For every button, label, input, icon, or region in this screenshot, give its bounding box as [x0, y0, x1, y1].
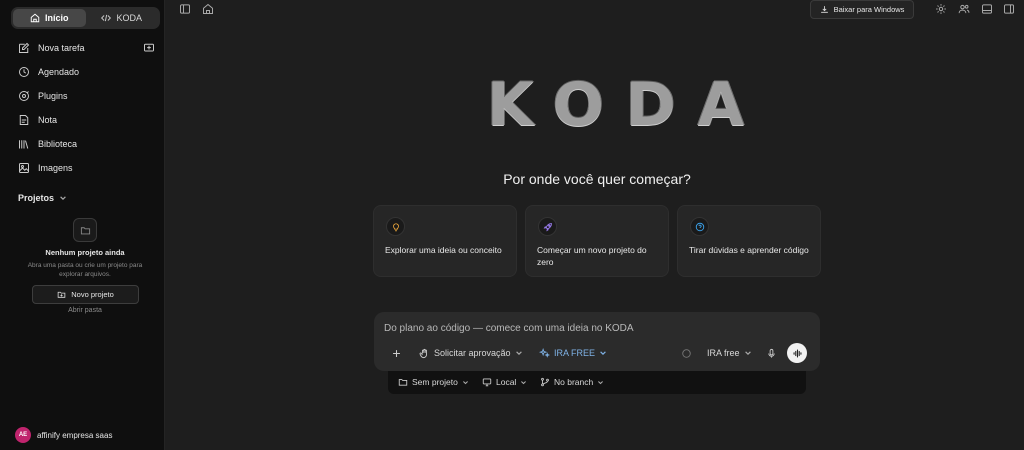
koda-logo: KODA	[487, 70, 767, 140]
new-chat-icon[interactable]	[143, 42, 155, 54]
model-right-label: IRA free	[707, 348, 740, 358]
tab-inicio[interactable]: Início	[13, 9, 86, 27]
card-text: Começar um novo projeto do zero	[537, 245, 647, 267]
empty-projects-folder	[73, 218, 97, 242]
help-circle-icon	[690, 217, 709, 236]
tab-inicio-label: Início	[44, 13, 69, 23]
sidebar: Início KODA Nova tarefa Agendado Plugins…	[0, 0, 165, 450]
card-explore-idea[interactable]: Explorar uma ideia ou conceito	[373, 205, 517, 277]
tab-koda[interactable]: KODA	[86, 9, 159, 27]
chevron-down-icon	[597, 379, 604, 386]
sidebar-toggle-icon[interactable]	[179, 3, 191, 15]
projects-header[interactable]: Projetos	[18, 193, 67, 203]
project-label: Sem projeto	[412, 377, 458, 387]
branch-label: No branch	[554, 377, 594, 387]
user-profile[interactable]: AE affinify empresa saas	[15, 427, 112, 443]
add-attachment-button[interactable]	[391, 346, 402, 360]
mode-switch: Início KODA	[11, 7, 160, 29]
audio-wave-icon	[792, 348, 803, 359]
hand-icon	[419, 348, 430, 359]
sidebar-item-label: Nota	[38, 115, 58, 125]
sidebar-item-nota[interactable]: Nota	[0, 108, 165, 132]
card-learn-code[interactable]: Tirar dúvidas e aprender código	[677, 205, 821, 277]
chevron-down-icon	[515, 349, 523, 357]
tab-koda-label: KODA	[116, 13, 142, 23]
branch-selector[interactable]: No branch	[540, 377, 604, 387]
folder-icon	[398, 377, 408, 387]
avatar: AE	[15, 427, 31, 443]
context-bar: Sem projeto Local No branch	[388, 367, 806, 394]
home-icon[interactable]	[202, 3, 214, 15]
sidebar-nav: Nova tarefa Agendado Plugins Nota Biblio…	[0, 36, 165, 180]
sidebar-item-plugins[interactable]: Plugins	[0, 84, 165, 108]
chevron-down-icon	[462, 379, 469, 386]
location-label: Local	[496, 377, 517, 387]
prompt-box[interactable]: Do plano ao código — comece com uma idei…	[374, 312, 820, 371]
model-label: IRA FREE	[554, 348, 596, 358]
image-icon	[18, 162, 30, 174]
home-icon	[30, 13, 40, 23]
download-windows-button[interactable]: Baixar para Windows	[810, 0, 914, 19]
status-circle-icon	[681, 346, 692, 360]
download-icon	[820, 5, 829, 14]
new-project-button[interactable]: Novo projeto	[32, 285, 139, 304]
users-icon[interactable]	[958, 3, 970, 15]
prompt-input[interactable]: Do plano ao código — comece com uma idei…	[384, 323, 634, 334]
new-project-label: Novo projeto	[71, 290, 114, 299]
sidebar-item-label: Plugins	[38, 91, 68, 101]
empty-projects-description: Abra uma pasta ou crie um projeto para e…	[27, 262, 143, 278]
sidebar-item-agendado[interactable]: Agendado	[0, 60, 165, 84]
gear-icon[interactable]	[935, 3, 947, 15]
user-name: affinify empresa saas	[37, 430, 113, 440]
library-icon	[18, 138, 30, 150]
chevron-down-icon	[599, 349, 607, 357]
chevron-down-icon	[59, 194, 67, 202]
panel-bottom-icon[interactable]	[981, 3, 993, 15]
card-text: Tirar dúvidas e aprender código	[689, 245, 809, 255]
model-right-selector[interactable]: IRA free	[707, 346, 752, 360]
location-selector[interactable]: Local	[482, 377, 527, 387]
card-new-project[interactable]: Começar um novo projeto do zero	[525, 205, 669, 277]
approval-selector[interactable]: Solicitar aprovação	[419, 346, 523, 360]
git-branch-icon	[540, 377, 550, 387]
folder-plus-icon	[57, 290, 66, 299]
note-icon	[18, 114, 30, 126]
plugin-icon	[18, 90, 30, 102]
voice-mode-button[interactable]	[787, 343, 807, 363]
project-selector[interactable]: Sem projeto	[398, 377, 469, 387]
model-selector[interactable]: IRA FREE	[539, 346, 607, 360]
suggestion-cards: Explorar uma ideia ou conceito Começar u…	[373, 205, 821, 277]
code-icon	[101, 13, 112, 23]
rocket-icon	[538, 217, 557, 236]
start-question: Por onde você quer começar?	[503, 171, 691, 187]
sparkles-icon	[539, 347, 550, 359]
projects-header-label: Projetos	[18, 193, 55, 203]
folder-icon	[80, 225, 91, 236]
sidebar-item-label: Biblioteca	[38, 139, 78, 149]
empty-projects-title: Nenhum projeto ainda	[45, 248, 125, 257]
sidebar-item-nova-tarefa[interactable]: Nova tarefa	[0, 36, 165, 60]
download-label: Baixar para Windows	[833, 5, 905, 14]
sidebar-item-label: Nova tarefa	[38, 43, 85, 53]
edit-icon	[18, 42, 30, 54]
sidebar-item-label: Imagens	[38, 163, 73, 173]
open-folder-link[interactable]: Abrir pasta	[0, 307, 170, 314]
clock-icon	[18, 66, 30, 78]
chevron-down-icon	[744, 349, 752, 357]
lightbulb-icon	[386, 217, 405, 236]
sidebar-item-imagens[interactable]: Imagens	[0, 156, 165, 180]
panel-right-icon[interactable]	[1003, 3, 1015, 15]
monitor-icon	[482, 377, 492, 387]
sidebar-item-biblioteca[interactable]: Biblioteca	[0, 132, 165, 156]
chevron-down-icon	[520, 379, 527, 386]
sidebar-item-label: Agendado	[38, 67, 80, 77]
approval-label: Solicitar aprovação	[434, 348, 511, 358]
plus-icon	[391, 348, 402, 359]
microphone-icon[interactable]	[766, 346, 777, 360]
card-text: Explorar uma ideia ou conceito	[385, 245, 502, 255]
